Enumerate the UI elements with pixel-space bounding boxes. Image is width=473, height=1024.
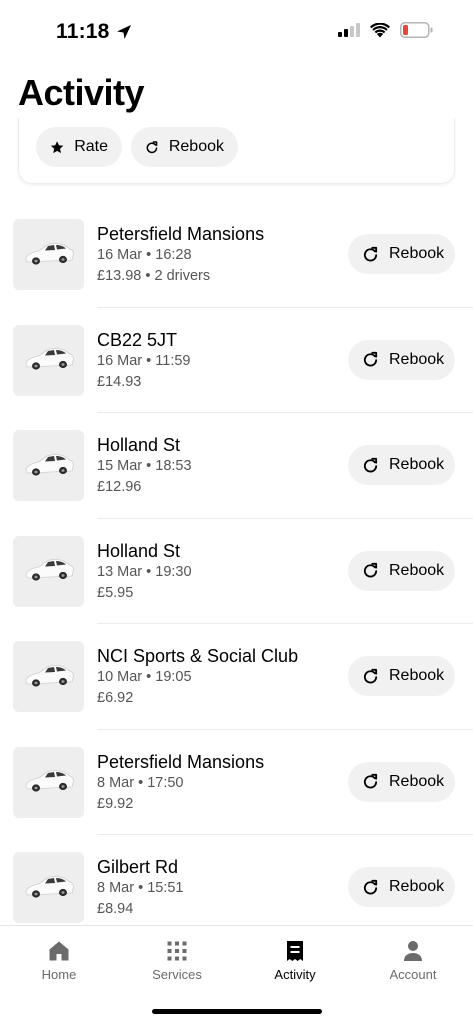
trip-price: £6.92 — [97, 690, 134, 706]
rebook-button-label: Rebook — [389, 667, 445, 684]
tab-home[interactable]: Home — [14, 940, 104, 982]
rebook-icon — [363, 457, 378, 472]
car-icon — [25, 348, 74, 370]
car-icon — [25, 875, 74, 898]
status-time: 11:18 — [56, 20, 110, 43]
recent-trip-card: Rate Rebook — [18, 118, 455, 184]
page-title: Activity — [18, 72, 145, 113]
trip-datetime: 15 Mar • 18:53 — [97, 458, 192, 474]
tab-home-label: Home — [41, 967, 77, 982]
trip-destination: CB22 5JT — [97, 329, 178, 350]
car-thumbnail — [13, 324, 84, 396]
trip-info: Gilbert Rd 8 Mar • 15:51 £8.94 — [97, 856, 183, 920]
trip-price: £13.98 • 2 drivers — [97, 268, 211, 284]
car-icon — [25, 770, 74, 792]
trip-price: £14.93 — [97, 373, 142, 390]
rebook-button[interactable]: Rebook — [348, 550, 455, 591]
receipt-icon — [287, 941, 303, 961]
status-time-group: 11:18 — [56, 20, 132, 44]
rebook-button[interactable]: Rebook — [131, 127, 238, 167]
trip-datetime: 16 Mar • 11:59 — [97, 352, 191, 369]
trip-info: NCI Sports & Social Club 10 Mar • 19:05 … — [97, 645, 298, 709]
rebook-icon — [363, 246, 378, 261]
rebook-button-label: Rebook — [389, 561, 445, 579]
trip-destination: Petersfield Mansions — [97, 751, 265, 772]
rebook-button-label: Rebook — [168, 138, 224, 155]
car-thumbnail — [13, 430, 84, 501]
rebook-icon — [363, 562, 378, 578]
rebook-button[interactable]: Rebook — [348, 234, 455, 274]
trip-datetime: 8 Mar • 17:50 — [97, 774, 184, 791]
trip-destination: Petersfield Mansions — [97, 224, 265, 244]
rebook-icon — [363, 879, 378, 894]
trip-datetime: 10 Mar • 19:05 — [97, 669, 192, 685]
rate-button-label: Rate — [74, 138, 108, 155]
trip-destination: Holland St — [97, 435, 181, 455]
tab-services[interactable]: Services — [132, 940, 222, 982]
cellular-signal-icon — [338, 23, 360, 37]
rebook-button-label: Rebook — [389, 456, 445, 473]
rebook-icon — [363, 351, 378, 367]
location-arrow-icon — [116, 25, 131, 39]
car-thumbnail — [13, 746, 84, 818]
trip-info: Petersfield Mansions 16 Mar • 16:28 £13.… — [97, 223, 264, 287]
car-thumbnail — [13, 219, 84, 290]
tab-account-label: Account — [389, 967, 437, 982]
car-thumbnail — [13, 535, 84, 607]
trip-row[interactable]: Petersfield Mansions 8 Mar • 17:50 £9.92… — [0, 730, 473, 835]
status-indicators — [338, 22, 433, 38]
home-indicator — [152, 1009, 322, 1014]
rebook-icon — [146, 140, 158, 153]
trip-destination: NCI Sports & Social Club — [97, 646, 299, 666]
trip-destination: Gilbert Rd — [97, 857, 179, 877]
tab-account[interactable]: Account — [368, 940, 458, 982]
trip-datetime: 13 Mar • 19:30 — [97, 563, 192, 580]
car-icon — [25, 664, 74, 687]
rebook-button-label: Rebook — [389, 350, 445, 368]
trip-destination: Holland St — [97, 540, 181, 561]
trip-datetime: 16 Mar • 16:28 — [97, 247, 192, 263]
trip-row[interactable]: Petersfield Mansions 16 Mar • 16:28 £13.… — [0, 202, 473, 308]
trip-info: Holland St 13 Mar • 19:30 £5.95 — [97, 540, 192, 604]
trip-row[interactable]: NCI Sports & Social Club 10 Mar • 19:05 … — [0, 624, 473, 730]
trip-price: £9.92 — [97, 795, 134, 812]
trip-price: £12.96 — [97, 479, 142, 495]
star-icon — [50, 140, 64, 153]
person-icon — [404, 941, 422, 961]
status-bar: 11:18 — [0, 0, 473, 64]
wifi-icon — [370, 22, 390, 37]
trip-info: Holland St 15 Mar • 18:53 £12.96 — [97, 434, 192, 498]
rebook-button[interactable]: Rebook — [348, 761, 455, 802]
car-icon — [25, 559, 74, 581]
trip-price: £5.95 — [97, 584, 134, 601]
trip-list: Petersfield Mansions 16 Mar • 16:28 £13.… — [0, 202, 473, 941]
car-thumbnail — [13, 641, 84, 712]
car-thumbnail — [13, 852, 84, 923]
tab-activity-label: Activity — [274, 967, 316, 982]
grid-icon — [167, 941, 187, 961]
battery-low-icon — [400, 22, 433, 38]
trip-row[interactable]: Holland St 13 Mar • 19:30 £5.95 Rebook — [0, 519, 473, 624]
trip-price: £8.94 — [97, 901, 134, 917]
rebook-icon — [363, 668, 378, 683]
rebook-button-label: Rebook — [389, 772, 445, 790]
rebook-button-label: Rebook — [389, 878, 445, 895]
rebook-button[interactable]: Rebook — [348, 867, 455, 907]
car-icon — [25, 453, 74, 476]
trip-datetime: 8 Mar • 15:51 — [97, 880, 184, 896]
trip-info: CB22 5JT 16 Mar • 11:59 £14.93 — [97, 329, 190, 393]
car-icon — [25, 242, 74, 265]
rebook-button[interactable]: Rebook — [348, 656, 455, 696]
trip-info: Petersfield Mansions 8 Mar • 17:50 £9.92 — [97, 751, 264, 815]
trip-row[interactable]: CB22 5JT 16 Mar • 11:59 £14.93 Rebook — [0, 308, 473, 413]
rebook-icon — [363, 773, 378, 789]
home-icon — [49, 941, 69, 961]
rate-button[interactable]: Rate — [36, 127, 122, 167]
trip-row[interactable]: Holland St 15 Mar • 18:53 £12.96 Rebook — [0, 413, 473, 519]
tab-services-label: Services — [152, 967, 202, 982]
rebook-button[interactable]: Rebook — [348, 445, 455, 485]
rebook-button[interactable]: Rebook — [348, 339, 455, 380]
rebook-button-label: Rebook — [389, 245, 445, 262]
tab-activity[interactable]: Activity — [250, 940, 340, 982]
